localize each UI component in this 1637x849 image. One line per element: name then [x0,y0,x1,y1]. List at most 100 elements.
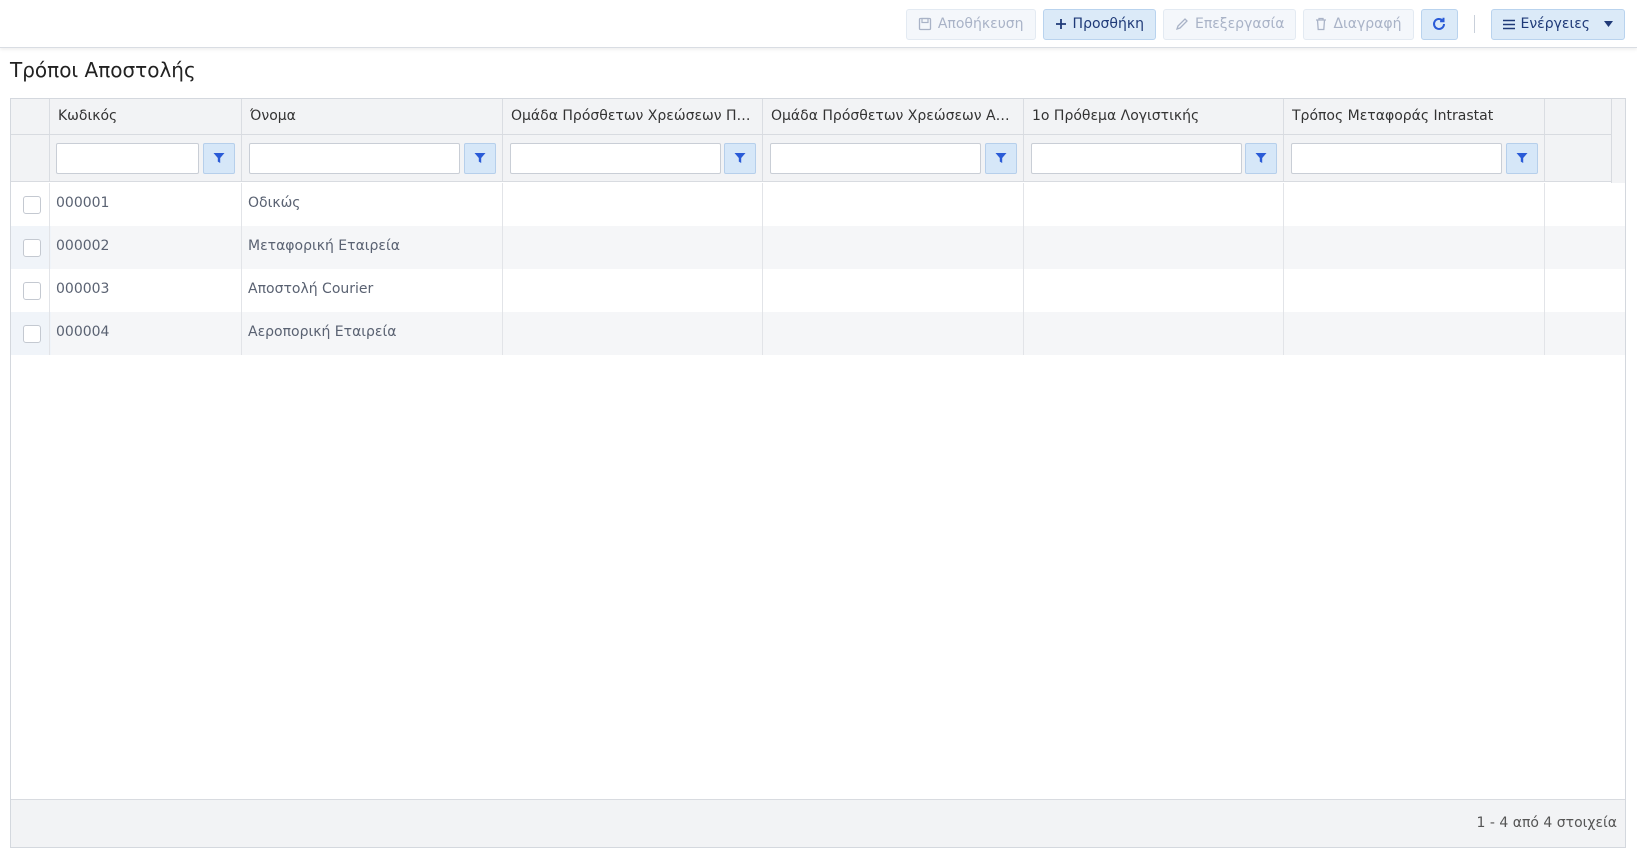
column-header-label: Ομάδα Πρόσθετων Χρεώσεων Αγορών [771,108,1017,124]
edit-button[interactable]: Επεξεργασία [1162,8,1297,40]
data-grid: Κωδικός Όνομα Ομάδα Πρόσθετων Χρεώσεων Π… [10,98,1626,848]
filter-cell-code [50,135,242,181]
grid-body: 000001 Οδικώς 000002 Μεταφορική Εταιρεία… [11,183,1625,355]
save-icon [918,17,932,31]
cell-intrastat-mode [1284,183,1545,226]
filter-button-name[interactable] [464,143,496,174]
delete-button[interactable]: Διαγραφή [1303,8,1414,40]
cell-purchase-charges-group [763,312,1024,355]
column-header-label: Τρόπος Μεταφοράς Intrastat [1292,108,1494,124]
save-button-label: Αποθήκευση [937,16,1024,32]
trash-icon [1315,17,1327,31]
row-select-divider [11,312,50,355]
column-header-label: Όνομα [250,108,296,124]
cell-code-text: 000003 [56,281,110,297]
filter-icon [474,149,486,168]
cell-intrastat-mode [1284,312,1545,355]
cell-name-text: Οδικώς [248,195,301,211]
edit-button-label: Επεξεργασία [1194,16,1285,32]
cell-name-text: Αεροπορική Εταιρεία [248,324,397,340]
filter-button-intrastat-mode[interactable] [1506,143,1538,174]
filter-button-code[interactable] [203,143,235,174]
column-header-intrastat-mode[interactable]: Τρόπος Μεταφοράς Intrastat [1284,99,1545,134]
cell-intrastat-mode [1284,269,1545,312]
actions-menu-button[interactable]: Ενέργειες [1490,8,1625,40]
cell-sales-charges-group [503,226,763,269]
cell-accounting-prefix [1024,226,1284,269]
cell-name: Αποστολή Courier [242,269,503,312]
column-header-label: Ομάδα Πρόσθετων Χρεώσεων Πωλήσ... [511,108,757,124]
actions-menu-label: Ενέργειες [1520,16,1591,32]
filter-button-purchase-charges-group[interactable] [985,143,1017,174]
cell-code-text: 000002 [56,238,110,254]
cell-purchase-charges-group [763,269,1024,312]
cell-code: 000001 [50,183,242,226]
caret-down-icon [1604,21,1613,27]
select-column-header [11,99,50,134]
cell-code-text: 000001 [56,195,110,211]
scrollbar-gutter [1611,135,1625,182]
add-button-label: Προσθήκη [1072,16,1144,32]
grid-header-row: Κωδικός Όνομα Ομάδα Πρόσθετων Χρεώσεων Π… [11,99,1625,183]
column-header-label: Κωδικός [58,108,118,124]
grid-filter-row [11,135,1625,182]
toolbar-divider [1473,15,1475,33]
hamburger-icon [1502,19,1515,30]
filter-button-sales-charges-group[interactable] [724,143,756,174]
filter-cell-intrastat-mode [1284,135,1545,181]
filter-input-name[interactable] [249,143,460,174]
cell-purchase-charges-group [763,183,1024,226]
table-row[interactable]: 000001 Οδικώς [11,183,1625,226]
cell-sales-charges-group [503,269,763,312]
column-header-sales-charges-group[interactable]: Ομάδα Πρόσθετων Χρεώσεων Πωλήσ... [503,99,763,134]
filter-input-purchase-charges-group[interactable] [770,143,981,174]
refresh-icon [1431,16,1447,32]
filter-input-sales-charges-group[interactable] [510,143,721,174]
cell-code: 000002 [50,226,242,269]
filter-spacer [11,135,50,181]
filter-icon [213,149,225,168]
pager-info: 1 - 4 από 4 στοιχεία [1476,815,1617,831]
page-title: Τρόποι Αποστολής [10,58,196,82]
column-header-purchase-charges-group[interactable]: Ομάδα Πρόσθετων Χρεώσεων Αγορών [763,99,1024,134]
table-row[interactable]: 000002 Μεταφορική Εταιρεία [11,226,1625,269]
cell-code: 000004 [50,312,242,355]
refresh-button[interactable] [1420,8,1458,40]
table-row[interactable]: 000003 Αποστολή Courier [11,269,1625,312]
cell-purchase-charges-group [763,226,1024,269]
filter-button-accounting-prefix[interactable] [1245,143,1277,174]
filter-icon [995,149,1007,168]
grid-pager: 1 - 4 από 4 στοιχεία [11,799,1625,847]
cell-name-text: Μεταφορική Εταιρεία [248,238,400,254]
cell-name: Αεροπορική Εταιρεία [242,312,503,355]
add-button[interactable]: Προσθήκη [1042,8,1156,40]
filter-cell-accounting-prefix [1024,135,1284,181]
row-select-divider [11,183,50,226]
cell-accounting-prefix [1024,183,1284,226]
column-header-name[interactable]: Όνομα [242,99,503,134]
filter-icon [734,149,746,168]
column-header-accounting-prefix[interactable]: 1ο Πρόθεμα Λογιστικής [1024,99,1284,134]
filter-input-intrastat-mode[interactable] [1291,143,1502,174]
pencil-icon [1175,17,1189,31]
filter-input-code[interactable] [56,143,199,174]
cell-sales-charges-group [503,183,763,226]
delete-button-label: Διαγραφή [1333,16,1402,32]
cell-accounting-prefix [1024,269,1284,312]
row-select-divider [11,269,50,312]
toolbar: Αποθήκευση Προσθήκη Επεξεργασία Διαγραφή [0,0,1637,48]
row-select-divider [11,226,50,269]
filter-cell-purchase-charges-group [763,135,1024,181]
filter-cell-name [242,135,503,181]
cell-code-text: 000004 [56,324,110,340]
filter-input-accounting-prefix[interactable] [1031,143,1242,174]
table-row[interactable]: 000004 Αεροπορική Εταιρεία [11,312,1625,355]
column-header-code[interactable]: Κωδικός [50,99,242,134]
filter-icon [1255,149,1267,168]
cell-intrastat-mode [1284,226,1545,269]
cell-code: 000003 [50,269,242,312]
column-header-label: 1ο Πρόθεμα Λογιστικής [1032,108,1200,124]
cell-sales-charges-group [503,312,763,355]
save-button[interactable]: Αποθήκευση [905,8,1036,40]
cell-name: Μεταφορική Εταιρεία [242,226,503,269]
